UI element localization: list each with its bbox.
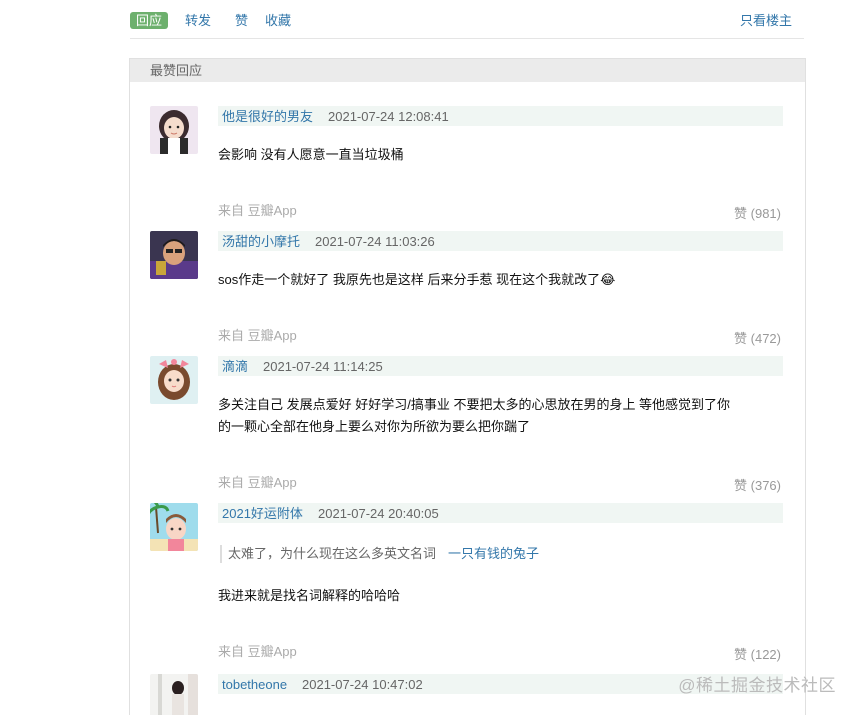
avatar[interactable] [150, 106, 198, 154]
comment-text-line2: 的一颗心全部在他身上要么对你为所欲为要么把你踹了 [218, 419, 531, 434]
comment-text: 会影响 没有人愿意一直当垃圾桶 [218, 147, 404, 162]
username-link[interactable]: 汤甜的小摩托 [222, 233, 300, 250]
watermark: @稀土掘金技术社区 [678, 676, 836, 695]
timestamp: 2021-07-24 10:47:02 [302, 677, 423, 692]
like-button[interactable]: 赞 [235, 12, 248, 29]
like-count[interactable]: 赞 (122) [734, 646, 781, 663]
comment-source: 来自 豆瓣App [218, 203, 297, 218]
avatar[interactable] [150, 356, 198, 404]
comment-meta: 汤甜的小摩托 2021-07-24 11:03:26 [218, 231, 783, 251]
timestamp: 2021-07-24 11:14:25 [263, 359, 383, 374]
collect-button[interactable]: 收藏 [265, 12, 291, 29]
username-link[interactable]: 他是很好的男友 [222, 108, 313, 125]
comment-text: sos作走一个就好了 我原先也是这样 后来分手惹 现在这个我就改了😂 [218, 272, 616, 287]
only-op-link[interactable]: 只看楼主 [740, 12, 792, 29]
like-count[interactable]: 赞 (981) [734, 205, 781, 222]
comment-meta: 滴滴 2021-07-24 11:14:25 [218, 356, 783, 376]
comment-text: 我进来就是找名词解释的哈哈哈 [218, 588, 401, 603]
timestamp: 2021-07-24 20:40:05 [318, 506, 439, 521]
forward-button[interactable]: 转发 [185, 12, 211, 29]
comment-meta: 他是很好的男友 2021-07-24 12:08:41 [218, 106, 783, 126]
username-link[interactable]: 滴滴 [222, 358, 248, 375]
top-replies-panel: 最赞回应 他是很好的男友 2021-07-24 12:08:41 会影响 没有人… [129, 58, 806, 715]
avatar[interactable] [150, 503, 198, 551]
avatar[interactable] [150, 231, 198, 279]
username-link[interactable]: 2021好运附体 [222, 505, 303, 522]
comment-source: 来自 豆瓣App [218, 644, 297, 659]
comment-meta: 2021好运附体 2021-07-24 20:40:05 [218, 503, 783, 523]
avatar[interactable] [150, 674, 198, 715]
quoted-text: 太难了，为什么现在这么多英文名词 [228, 546, 437, 561]
like-count[interactable]: 赞 (376) [734, 477, 781, 494]
comment-source: 来自 豆瓣App [218, 328, 297, 343]
action-bar: 回应 转发 赞 收藏 只看楼主 [130, 10, 804, 39]
reply-button[interactable]: 回应 [130, 12, 169, 29]
timestamp: 2021-07-24 11:03:26 [315, 234, 435, 249]
panel-title: 最赞回应 [130, 59, 805, 82]
like-count[interactable]: 赞 (472) [734, 330, 781, 347]
quoted-author-link[interactable]: 一只有钱的兔子 [448, 546, 539, 561]
quoted-reply: 太难了，为什么现在这么多英文名词 一只有钱的兔子 [220, 545, 768, 563]
timestamp: 2021-07-24 12:08:41 [328, 109, 449, 124]
comment-source: 来自 豆瓣App [218, 475, 297, 490]
username-link[interactable]: tobetheone [222, 676, 287, 693]
comment-text-line1: 多关注自己 发展点爱好 好好学习/搞事业 不要把太多的心思放在男的身上 等他感觉… [218, 397, 731, 412]
